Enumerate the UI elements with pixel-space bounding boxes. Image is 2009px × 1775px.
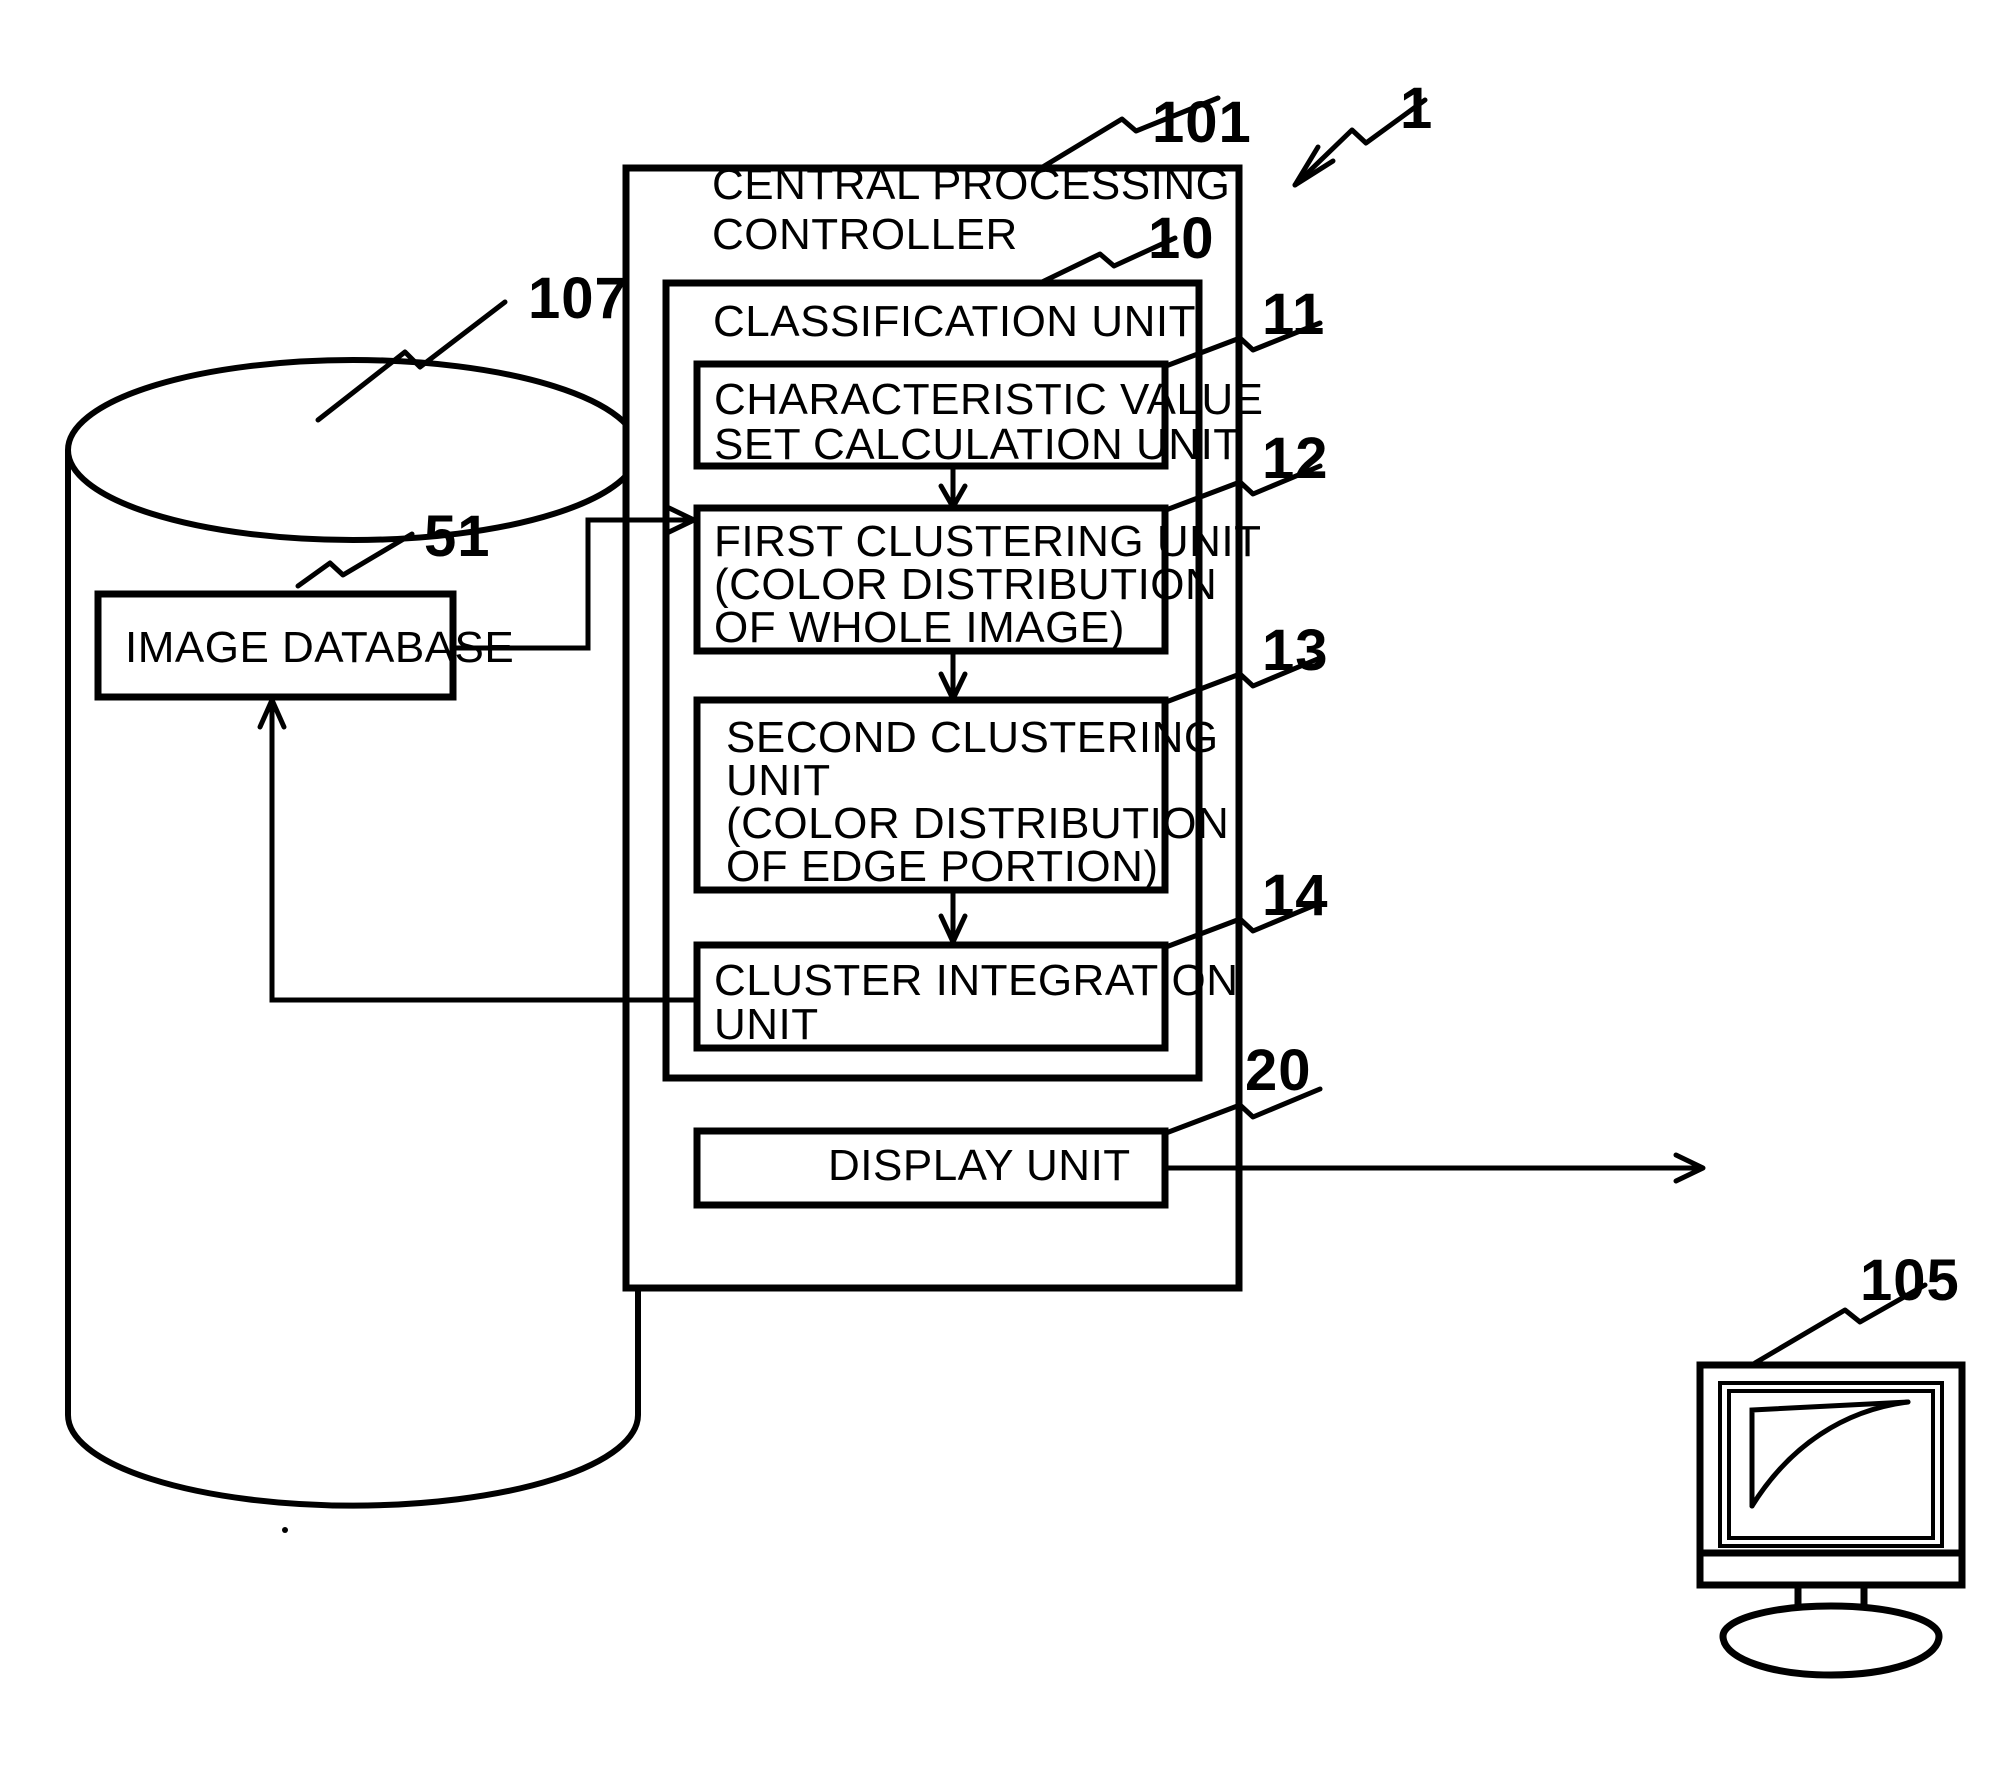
ref-number-107: 107 — [528, 266, 628, 331]
ref-number-20: 20 — [1245, 1038, 1312, 1103]
unit-11-line-2: SET CALCULATION UNIT — [714, 420, 1241, 469]
ref-number-51: 51 — [424, 504, 491, 569]
classification-unit-label: CLASSIFICATION UNIT — [713, 297, 1196, 346]
ref-number-11: 11 — [1262, 282, 1325, 347]
monitor-icon — [1696, 1361, 1966, 1679]
unit-14-line-2: UNIT — [714, 1000, 819, 1049]
unit-13-line-3: (COLOR DISTRIBUTION — [726, 799, 1229, 848]
ref-number-105: 105 — [1860, 1248, 1960, 1313]
ref-number-13: 13 — [1262, 618, 1329, 683]
connector-display-to-monitor — [1165, 1152, 1706, 1184]
unit-12-line-3: OF WHOLE IMAGE) — [714, 603, 1125, 652]
unit-11-line-1: CHARACTERISTIC VALUE — [714, 375, 1264, 424]
image-database-cylinder — [65, 357, 641, 1509]
controller-title-line1: CENTRAL PROCESSING — [712, 160, 1230, 209]
display-unit-label: DISPLAY UNIT — [828, 1141, 1131, 1190]
ref-number-101: 101 — [1152, 90, 1252, 155]
ref-number-14: 14 — [1262, 863, 1329, 928]
ref-number-1: 1 — [1400, 76, 1433, 141]
unit-13-line-1: SECOND CLUSTERING — [726, 713, 1219, 762]
unit-14-line-1: CLUSTER INTEGRATION — [714, 956, 1239, 1005]
controller-title-line2: CONTROLLER — [712, 210, 1018, 259]
unit-12-line-1: FIRST CLUSTERING UNIT — [714, 517, 1262, 566]
ref-number-10: 10 — [1148, 206, 1215, 271]
ref-number-12: 12 — [1262, 426, 1329, 491]
block-diagram-canvas: 107 IMAGE DATABASE 51 CENTRAL PROCESSING… — [65, 76, 1966, 1679]
stray-mark — [282, 1527, 288, 1533]
unit-13-line-4: OF EDGE PORTION) — [726, 842, 1159, 891]
unit-13-line-2: UNIT — [726, 756, 831, 805]
patent-figure: 107 IMAGE DATABASE 51 CENTRAL PROCESSING… — [0, 0, 2009, 1775]
unit-12-line-2: (COLOR DISTRIBUTION — [714, 560, 1217, 609]
